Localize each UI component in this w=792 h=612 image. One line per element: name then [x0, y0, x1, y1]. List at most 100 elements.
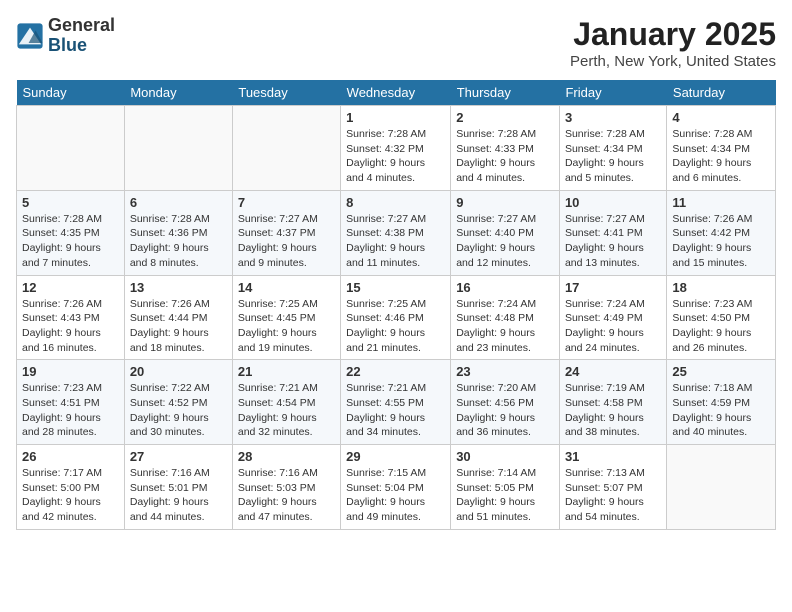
- calendar-cell: 3 Sunrise: 7:28 AM Sunset: 4:34 PM Daylig…: [559, 106, 666, 191]
- day-info: Sunrise: 7:23 AM Sunset: 4:51 PM Dayligh…: [22, 381, 119, 440]
- logo: General Blue: [16, 16, 115, 56]
- calendar-cell: 30Sunrise: 7:14 AM Sunset: 5:05 PM Dayli…: [451, 445, 560, 530]
- day-number: 9: [456, 195, 554, 210]
- day-info: Sunrise: 7:28 AM Sunset: 4:32 PM Dayligh…: [346, 127, 445, 186]
- day-info: Sunrise: 7:25 AM Sunset: 4:45 PM Dayligh…: [238, 297, 335, 356]
- week-row-5: 26Sunrise: 7:17 AM Sunset: 5:00 PM Dayli…: [17, 445, 776, 530]
- calendar-cell: 12 Sunrise: 7:26 AM Sunset: 4:43 PM Dayli…: [17, 275, 125, 360]
- weekday-header-sunday: Sunday: [17, 80, 125, 106]
- calendar-cell: 7 Sunrise: 7:27 AM Sunset: 4:37 PM Daylig…: [232, 190, 340, 275]
- day-number: 15: [346, 280, 445, 295]
- calendar-cell: 22Sunrise: 7:21 AM Sunset: 4:55 PM Dayli…: [341, 360, 451, 445]
- day-number: 8: [346, 195, 445, 210]
- day-info: Sunrise: 7:16 AM Sunset: 5:01 PM Dayligh…: [130, 466, 227, 525]
- day-info: Sunrise: 7:23 AM Sunset: 4:50 PM Dayligh…: [672, 297, 770, 356]
- weekday-header-thursday: Thursday: [451, 80, 560, 106]
- day-info: Sunrise: 7:19 AM Sunset: 4:58 PM Dayligh…: [565, 381, 661, 440]
- weekday-header-tuesday: Tuesday: [232, 80, 340, 106]
- day-number: 17: [565, 280, 661, 295]
- calendar-cell: 21 Sunrise: 7:21 AM Sunset: 4:54 PM Dayli…: [232, 360, 340, 445]
- calendar-cell: 15Sunrise: 7:25 AM Sunset: 4:46 PM Dayli…: [341, 275, 451, 360]
- calendar-cell: 25 Sunrise: 7:18 AM Sunset: 4:59 PM Dayli…: [667, 360, 776, 445]
- day-number: 25: [672, 364, 770, 379]
- calendar-cell: 14Sunrise: 7:25 AM Sunset: 4:45 PM Dayli…: [232, 275, 340, 360]
- calendar-cell: [17, 106, 125, 191]
- day-number: 16: [456, 280, 554, 295]
- logo-blue-text: Blue: [48, 36, 115, 56]
- weekday-header-wednesday: Wednesday: [341, 80, 451, 106]
- day-number: 21: [238, 364, 335, 379]
- day-number: 7: [238, 195, 335, 210]
- day-number: 20: [130, 364, 227, 379]
- calendar-cell: [232, 106, 340, 191]
- day-number: 13: [130, 280, 227, 295]
- day-info: Sunrise: 7:27 AM Sunset: 4:38 PM Dayligh…: [346, 212, 445, 271]
- day-number: 31: [565, 449, 661, 464]
- calendar-cell: 28 Sunrise: 7:16 AM Sunset: 5:03 PM Dayli…: [232, 445, 340, 530]
- day-number: 19: [22, 364, 119, 379]
- calendar-cell: 5 Sunrise: 7:28 AM Sunset: 4:35 PM Daylig…: [17, 190, 125, 275]
- weekday-header-friday: Friday: [559, 80, 666, 106]
- day-info: Sunrise: 7:27 AM Sunset: 4:41 PM Dayligh…: [565, 212, 661, 271]
- weekday-header-row: SundayMondayTuesdayWednesdayThursdayFrid…: [17, 80, 776, 106]
- calendar-cell: [124, 106, 232, 191]
- day-number: 23: [456, 364, 554, 379]
- calendar-cell: 18 Sunrise: 7:23 AM Sunset: 4:50 PM Dayli…: [667, 275, 776, 360]
- calendar-cell: 9 Sunrise: 7:27 AM Sunset: 4:40 PM Daylig…: [451, 190, 560, 275]
- day-info: Sunrise: 7:24 AM Sunset: 4:48 PM Dayligh…: [456, 297, 554, 356]
- calendar-cell: 2Sunrise: 7:28 AM Sunset: 4:33 PM Daylig…: [451, 106, 560, 191]
- day-info: Sunrise: 7:27 AM Sunset: 4:37 PM Dayligh…: [238, 212, 335, 271]
- day-info: Sunrise: 7:15 AM Sunset: 5:04 PM Dayligh…: [346, 466, 445, 525]
- day-number: 28: [238, 449, 335, 464]
- calendar-cell: 20 Sunrise: 7:22 AM Sunset: 4:52 PM Dayli…: [124, 360, 232, 445]
- location: Perth, New York, United States: [570, 53, 776, 70]
- day-info: Sunrise: 7:16 AM Sunset: 5:03 PM Dayligh…: [238, 466, 335, 525]
- day-info: Sunrise: 7:26 AM Sunset: 4:42 PM Dayligh…: [672, 212, 770, 271]
- calendar-cell: 26Sunrise: 7:17 AM Sunset: 5:00 PM Dayli…: [17, 445, 125, 530]
- day-info: Sunrise: 7:28 AM Sunset: 4:36 PM Dayligh…: [130, 212, 227, 271]
- day-info: Sunrise: 7:28 AM Sunset: 4:35 PM Dayligh…: [22, 212, 119, 271]
- calendar-cell: 1Sunrise: 7:28 AM Sunset: 4:32 PM Daylig…: [341, 106, 451, 191]
- day-number: 6: [130, 195, 227, 210]
- calendar-table: SundayMondayTuesdayWednesdayThursdayFrid…: [16, 80, 776, 530]
- day-number: 29: [346, 449, 445, 464]
- day-info: Sunrise: 7:18 AM Sunset: 4:59 PM Dayligh…: [672, 381, 770, 440]
- day-info: Sunrise: 7:20 AM Sunset: 4:56 PM Dayligh…: [456, 381, 554, 440]
- calendar-cell: 11 Sunrise: 7:26 AM Sunset: 4:42 PM Dayli…: [667, 190, 776, 275]
- day-number: 22: [346, 364, 445, 379]
- day-info: Sunrise: 7:14 AM Sunset: 5:05 PM Dayligh…: [456, 466, 554, 525]
- day-number: 4: [672, 110, 770, 125]
- logo-general-text: General: [48, 16, 115, 36]
- day-info: Sunrise: 7:24 AM Sunset: 4:49 PM Dayligh…: [565, 297, 661, 356]
- title-block: January 2025 Perth, New York, United Sta…: [570, 16, 776, 70]
- day-number: 18: [672, 280, 770, 295]
- day-number: 12: [22, 280, 119, 295]
- calendar-cell: 19 Sunrise: 7:23 AM Sunset: 4:51 PM Dayli…: [17, 360, 125, 445]
- day-number: 10: [565, 195, 661, 210]
- day-info: Sunrise: 7:27 AM Sunset: 4:40 PM Dayligh…: [456, 212, 554, 271]
- calendar-cell: 27 Sunrise: 7:16 AM Sunset: 5:01 PM Dayli…: [124, 445, 232, 530]
- calendar-cell: 24Sunrise: 7:19 AM Sunset: 4:58 PM Dayli…: [559, 360, 666, 445]
- week-row-2: 5 Sunrise: 7:28 AM Sunset: 4:35 PM Daylig…: [17, 190, 776, 275]
- day-number: 5: [22, 195, 119, 210]
- calendar-cell: 23 Sunrise: 7:20 AM Sunset: 4:56 PM Dayli…: [451, 360, 560, 445]
- calendar-cell: 6 Sunrise: 7:28 AM Sunset: 4:36 PM Daylig…: [124, 190, 232, 275]
- week-row-1: 1Sunrise: 7:28 AM Sunset: 4:32 PM Daylig…: [17, 106, 776, 191]
- day-number: 11: [672, 195, 770, 210]
- weekday-header-monday: Monday: [124, 80, 232, 106]
- day-info: Sunrise: 7:26 AM Sunset: 4:43 PM Dayligh…: [22, 297, 119, 356]
- day-info: Sunrise: 7:28 AM Sunset: 4:34 PM Dayligh…: [672, 127, 770, 186]
- calendar-cell: 10 Sunrise: 7:27 AM Sunset: 4:41 PM Dayli…: [559, 190, 666, 275]
- day-info: Sunrise: 7:28 AM Sunset: 4:34 PM Dayligh…: [565, 127, 661, 186]
- logo-icon: [16, 22, 44, 50]
- week-row-3: 12 Sunrise: 7:26 AM Sunset: 4:43 PM Dayli…: [17, 275, 776, 360]
- day-number: 3: [565, 110, 661, 125]
- day-info: Sunrise: 7:26 AM Sunset: 4:44 PM Dayligh…: [130, 297, 227, 356]
- calendar-cell: [667, 445, 776, 530]
- day-info: Sunrise: 7:21 AM Sunset: 4:54 PM Dayligh…: [238, 381, 335, 440]
- page-header: General Blue January 2025 Perth, New Yor…: [16, 16, 776, 70]
- day-number: 27: [130, 449, 227, 464]
- calendar-cell: 13 Sunrise: 7:26 AM Sunset: 4:44 PM Dayli…: [124, 275, 232, 360]
- day-number: 26: [22, 449, 119, 464]
- day-info: Sunrise: 7:22 AM Sunset: 4:52 PM Dayligh…: [130, 381, 227, 440]
